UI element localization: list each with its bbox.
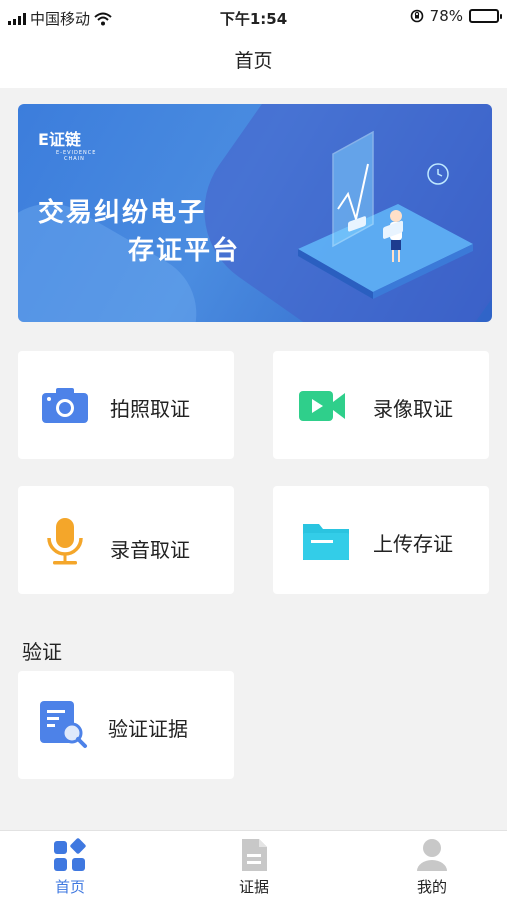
audio-evidence-card[interactable]: 录音取证 <box>18 486 234 594</box>
upload-evidence-label: 上传存证 <box>373 532 453 556</box>
tab-bar: 首页 证据 我的 <box>0 830 507 900</box>
battery-icon <box>469 9 502 23</box>
photo-evidence-label: 拍照取证 <box>110 397 190 421</box>
tab-mine[interactable]: 我的 <box>372 831 492 900</box>
video-camera-icon <box>299 391 345 421</box>
promo-banner[interactable]: E证链 E-EVIDENCE CHAIN 交易纠纷电子 存证平台 <box>18 104 492 322</box>
status-bar: 中国移动 下午1:54 78% <box>0 0 507 34</box>
banner-headline-2: 存证平台 <box>128 236 241 266</box>
document-icon <box>242 839 267 871</box>
status-right: 78% <box>410 7 502 25</box>
verify-evidence-card[interactable]: 验证证据 <box>18 671 234 779</box>
tab-home-label: 首页 <box>54 878 85 896</box>
page-title: 首页 <box>0 34 507 88</box>
grid-home-icon <box>54 838 86 871</box>
tab-evidence-label: 证据 <box>238 878 269 896</box>
tab-home[interactable]: 首页 <box>10 831 130 900</box>
banner-brand-sub: E-EVIDENCE CHAIN <box>56 150 97 162</box>
folder-icon <box>303 524 349 560</box>
banner-headline-1: 交易纠纷电子 <box>38 198 207 228</box>
document-search-icon <box>40 701 87 748</box>
banner-brand: E证链 <box>38 130 81 149</box>
verify-section-title: 验证 <box>22 640 62 664</box>
video-evidence-label: 录像取证 <box>373 397 453 421</box>
camera-icon <box>42 388 88 423</box>
photo-evidence-card[interactable]: 拍照取证 <box>18 351 234 459</box>
microphone-icon <box>47 518 83 565</box>
banner-illustration <box>298 130 473 299</box>
upload-evidence-card[interactable]: 上传存证 <box>273 486 489 594</box>
battery-percent: 78% <box>429 7 463 25</box>
user-icon <box>417 839 447 871</box>
audio-evidence-label: 录音取证 <box>110 538 190 562</box>
orientation-lock-icon <box>410 9 423 23</box>
verify-evidence-label: 验证证据 <box>108 717 188 741</box>
tab-evidence[interactable]: 证据 <box>194 831 314 900</box>
tab-mine-label: 我的 <box>416 878 447 896</box>
video-evidence-card[interactable]: 录像取证 <box>273 351 489 459</box>
